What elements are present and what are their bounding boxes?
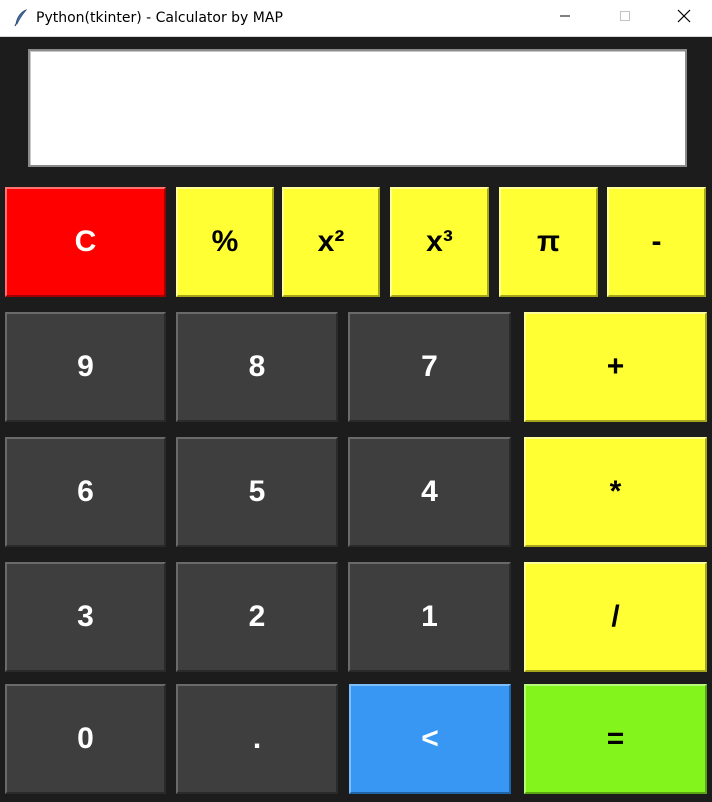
equals-button[interactable]: = — [524, 684, 707, 794]
multiply-button[interactable]: * — [524, 437, 707, 547]
pi-button[interactable]: π — [499, 187, 598, 297]
display-entry[interactable] — [28, 49, 687, 167]
divide-button[interactable]: / — [524, 562, 707, 672]
digit-7-button[interactable]: 7 — [348, 312, 511, 422]
calculator-window: Python(tkinter) - Calculator by MAP C % … — [0, 0, 712, 802]
digit-1-button[interactable]: 1 — [348, 562, 511, 672]
digit-3-button[interactable]: 3 — [5, 562, 166, 672]
minus-button[interactable]: - — [607, 187, 706, 297]
clear-button[interactable]: C — [5, 187, 166, 297]
digit-6-button[interactable]: 6 — [5, 437, 166, 547]
close-button[interactable] — [661, 0, 707, 36]
minimize-icon — [559, 9, 571, 27]
window-title: Python(tkinter) - Calculator by MAP — [36, 10, 283, 26]
plus-button[interactable]: + — [524, 312, 707, 422]
percent-button[interactable]: % — [176, 187, 274, 297]
backspace-button[interactable]: < — [349, 684, 511, 794]
feather-icon — [13, 9, 29, 27]
digit-0-button[interactable]: 0 — [5, 684, 166, 794]
decimal-button[interactable]: . — [176, 684, 338, 794]
minimize-button[interactable] — [542, 0, 588, 36]
title-bar[interactable]: Python(tkinter) - Calculator by MAP — [0, 0, 712, 37]
square-button[interactable]: x² — [282, 187, 380, 297]
close-icon — [677, 9, 691, 28]
digit-2-button[interactable]: 2 — [176, 562, 338, 672]
maximize-button[interactable] — [602, 0, 648, 36]
digit-9-button[interactable]: 9 — [5, 312, 166, 422]
digit-5-button[interactable]: 5 — [176, 437, 338, 547]
digit-4-button[interactable]: 4 — [348, 437, 511, 547]
cube-button[interactable]: x³ — [390, 187, 489, 297]
digit-8-button[interactable]: 8 — [176, 312, 338, 422]
maximize-icon — [619, 9, 631, 27]
